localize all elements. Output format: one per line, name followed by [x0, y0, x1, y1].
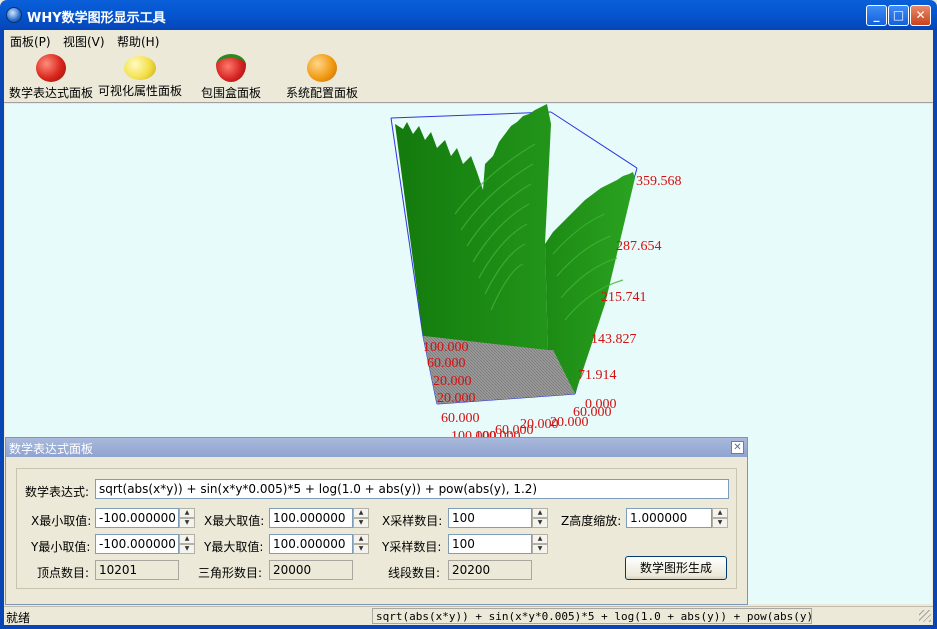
expression-input[interactable]: sqrt(abs(x*y)) + sin(x*y*0.005)*5 + log(…	[95, 479, 729, 499]
triangle-count-label: 三角形数目:	[198, 566, 263, 580]
menu-view[interactable]: 视图(V)	[63, 33, 105, 50]
window-frame-left	[0, 30, 4, 629]
zscale-input[interactable]: 1.000000	[626, 508, 712, 528]
close-button[interactable]: ✕	[910, 5, 931, 26]
x-axis-tick-label: 60.000	[441, 411, 480, 426]
status-expression: sqrt(abs(x*y)) + sin(x*y*0.005)*5 + log(…	[372, 608, 812, 624]
xmax-input[interactable]: 100.000000	[269, 508, 353, 528]
ymin-input[interactable]: -100.000000	[95, 534, 179, 554]
toolbar-label: 系统配置面板	[285, 86, 358, 100]
x-axis-tick-label: 100.000	[423, 340, 469, 355]
xsamples-input[interactable]: 100	[448, 508, 532, 528]
z-axis-tick-label: 143.827	[591, 332, 637, 347]
xmax-spinner[interactable]: ▲ ▼	[353, 508, 369, 528]
z-axis-tick-label: 287.654	[616, 239, 662, 254]
ymin-label: Y最小取值:	[31, 540, 91, 554]
toolbar-system-config-button[interactable]: 系统配置面板	[282, 52, 362, 102]
apple-icon	[36, 54, 66, 82]
ysamples-label: Y采样数目:	[382, 540, 442, 554]
surface-right-wing	[545, 172, 635, 394]
window-title: WHY数学图形显示工具	[27, 11, 166, 26]
xsamples-spinner[interactable]: ▲ ▼	[532, 508, 548, 528]
z-axis-tick-label: 71.914	[578, 368, 617, 383]
window-frame-right	[933, 30, 937, 629]
toolbar-label: 数学表达式面板	[8, 86, 93, 100]
toolbar-expression-panel-button[interactable]: 数学表达式面板	[6, 52, 96, 102]
panel-close-button[interactable]: ✕	[731, 441, 744, 454]
maximize-button[interactable]: □	[888, 5, 909, 26]
line-count-label: 线段数目:	[388, 566, 441, 580]
x-axis-tick-label: 20.000	[433, 374, 472, 389]
z-axis-tick-label: 215.741	[601, 290, 647, 305]
x-axis-tick-label: 20.000	[437, 391, 476, 406]
xmin-input[interactable]: -100.000000	[95, 508, 179, 528]
status-bar: 就绪 sqrt(abs(x*y)) + sin(x*y*0.005)*5 + l…	[4, 606, 933, 625]
title-bar: WHY数学图形显示工具 _ □ ✕	[0, 0, 937, 30]
strawberry-icon	[216, 54, 246, 82]
menu-bar: 面板(P) 视图(V) 帮助(H)	[4, 30, 933, 50]
zscale-label: Z高度缩放:	[561, 514, 622, 528]
xsamples-label: X采样数目:	[382, 514, 443, 528]
generate-button[interactable]: 数学图形生成	[625, 556, 727, 580]
line-count-value: 20200	[448, 560, 532, 580]
globe-icon	[6, 7, 22, 23]
xmax-label: X最大取值:	[204, 514, 265, 528]
z-axis-tick-label: 359.568	[636, 174, 682, 189]
status-text: 就绪	[6, 611, 31, 625]
zscale-spinner[interactable]: ▲ ▼	[712, 508, 728, 528]
triangle-count-value: 20000	[269, 560, 353, 580]
orange-icon	[307, 54, 337, 82]
ysamples-spinner[interactable]: ▲ ▼	[532, 534, 548, 554]
ymax-label: Y最大取值:	[204, 540, 264, 554]
x-axis-tick-label: 60.000	[427, 356, 466, 371]
toolbar-bounding-box-button[interactable]: 包围盒面板	[196, 52, 266, 102]
vertex-count-label: 顶点数目:	[37, 566, 90, 580]
xmin-spinner[interactable]: ▲ ▼	[179, 508, 195, 528]
toolbar: 数学表达式面板 可视化属性面板 包围盒面板 系统配置面板	[4, 50, 933, 103]
menu-help[interactable]: 帮助(H)	[117, 33, 159, 50]
toolbar-label: 可视化属性面板	[97, 84, 182, 98]
vertex-count-value: 10201	[95, 560, 179, 580]
minimize-button[interactable]: _	[866, 5, 887, 26]
ymax-input[interactable]: 100.000000	[269, 534, 353, 554]
panel-title: 数学表达式面板	[6, 438, 747, 457]
expression-panel: 数学表达式面板 ✕ 数学表达式: sqrt(abs(x*y)) + sin(x*…	[5, 437, 748, 605]
window-frame-bottom	[0, 625, 937, 629]
ymax-spinner[interactable]: ▲ ▼	[353, 534, 369, 554]
xmin-label: X最小取值:	[31, 514, 92, 528]
expression-label: 数学表达式:	[25, 485, 90, 499]
lemon-icon	[124, 56, 156, 80]
ymin-spinner[interactable]: ▲ ▼	[179, 534, 195, 554]
surface-left-wing	[395, 104, 551, 350]
menu-panel[interactable]: 面板(P)	[10, 33, 51, 50]
toolbar-visual-properties-button[interactable]: 可视化属性面板	[96, 52, 184, 102]
ysamples-input[interactable]: 100	[448, 534, 532, 554]
resize-grip[interactable]	[919, 610, 931, 622]
toolbar-label: 包围盒面板	[200, 86, 261, 100]
bounding-box-edge	[550, 111, 638, 169]
